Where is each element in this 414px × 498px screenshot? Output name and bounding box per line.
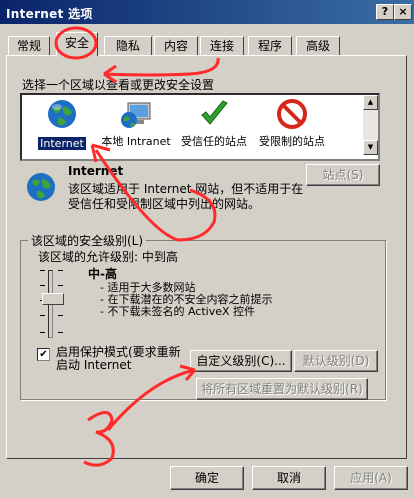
default-level-button[interactable]: 默认级别(D) [294,350,378,372]
tab-privacy[interactable]: 隐私 [104,36,152,55]
zone-label: 本地 Intranet [101,135,171,148]
custom-level-button[interactable]: 自定义级别(C)... [190,350,292,372]
no-entry-icon [277,99,307,129]
zone-title: Internet [68,164,124,178]
globe-icon [48,100,76,128]
slider-tick [58,315,63,316]
title-bar: Internet 选项 ? × [0,0,414,24]
ok-button[interactable]: 确定 [170,466,244,490]
zone-scrollbar[interactable]: ▲ ▼ [363,95,378,155]
window-title: Internet 选项 [6,7,93,21]
zone-label: 受信任的站点 [181,135,247,148]
zone-description: 该区域适用于 Internet 网站，但不适用于在受信任和受限制区域中列出的网站… [68,182,304,211]
slider-tick [58,285,63,286]
sites-button[interactable]: 站点(S) [306,164,380,186]
zone-list[interactable]: Internet 本地 Intranet 受信任的站点 受限制的站点 ▲ ▼ [20,93,380,161]
zone-label: 受限制的站点 [259,135,325,148]
computer-globe-icon [121,102,151,128]
security-slider-thumb[interactable] [42,293,64,305]
help-button[interactable]: ? [376,4,394,20]
checkmark-icon [201,100,228,125]
tab-strip: 常规 安全 隐私 内容 连接 程序 高级 [0,30,414,56]
close-button[interactable]: × [394,4,412,20]
zone-intranet[interactable]: 本地 Intranet [94,97,178,148]
tab-general[interactable]: 常规 [8,36,50,55]
slider-tick [40,270,45,271]
scroll-up-icon[interactable]: ▲ [363,95,378,110]
protected-mode-checkbox[interactable]: ✔ [37,348,50,361]
cancel-button[interactable]: 取消 [252,466,326,490]
tab-content[interactable]: 内容 [154,36,198,55]
apply-button[interactable]: 应用(A) [334,466,408,490]
zone-internet[interactable]: Internet [20,97,104,150]
zone-trusted[interactable]: 受信任的站点 [172,97,256,148]
reset-all-zones-button[interactable]: 将所有区域重置为默认级别(R) [196,378,368,400]
tab-connections[interactable]: 连接 [200,36,244,55]
level-name: 中-高 [88,267,117,281]
slider-tick [40,285,45,286]
tab-advanced[interactable]: 高级 [296,36,340,55]
globe-icon [27,173,55,201]
protected-mode-label: 启用保护模式(要求重新启动 Internet [56,345,181,372]
tab-programs[interactable]: 程序 [248,36,292,55]
slider-tick [58,332,63,333]
slider-tick [40,332,45,333]
level-bullet: - 不下载未签名的 ActiveX 控件 [100,305,256,318]
slider-tick [58,270,63,271]
security-level-legend: 该区域的安全级别(L) [28,232,147,249]
scroll-down-icon[interactable]: ▼ [363,140,378,155]
zone-prompt: 选择一个区域以查看或更改安全设置 [22,78,215,92]
zone-restricted[interactable]: 受限制的站点 [250,97,334,148]
level-bullets: - 适用于大多数网站 - 在下载潜在的不安全内容之前提示 - 不下载未签名的 A… [100,282,272,318]
zone-label: Internet [38,137,86,150]
slider-tick [40,315,45,316]
tab-security[interactable]: 安全 [56,32,98,56]
allowed-level-text: 该区域的允许级别: 中到高 [38,250,178,264]
